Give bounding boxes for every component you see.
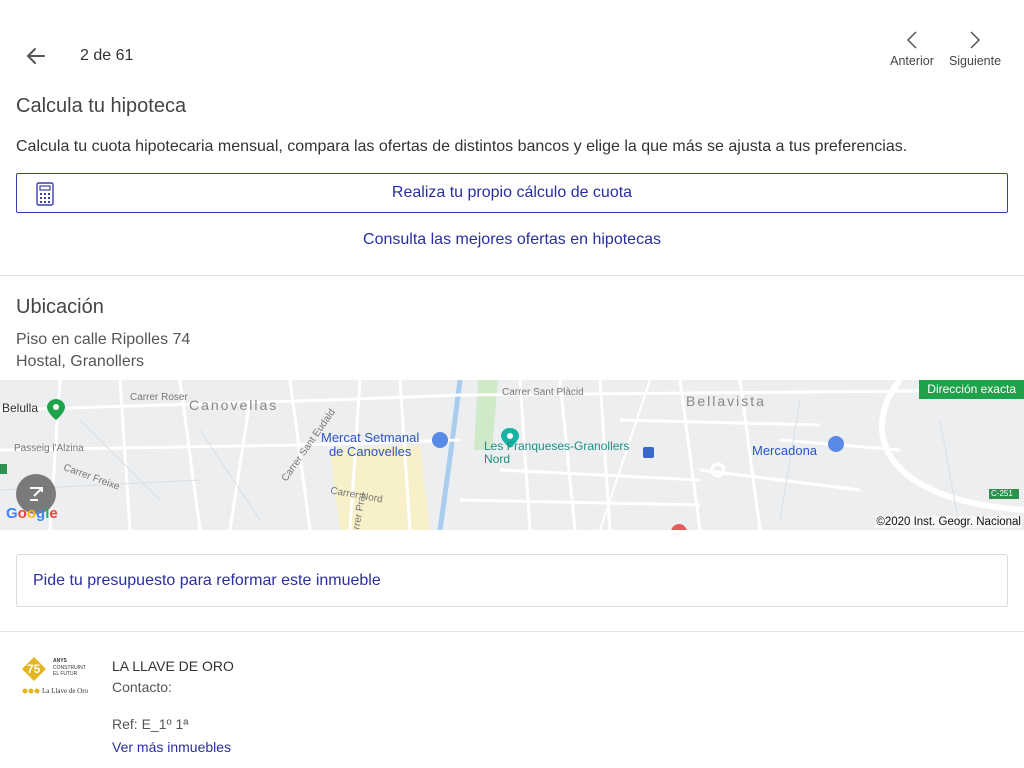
section-divider [0,275,1024,276]
map-copyright: ©2020 Inst. Geogr. Nacional [875,516,1022,528]
more-properties-link[interactable]: Ver más inmuebles [112,739,231,755]
arrow-left-icon [26,48,45,64]
agency-contact-label: Contacto: [112,679,172,695]
map-label-mercat: Mercat Setmanal de Canovelles [321,430,420,459]
svg-text:ANYS: ANYS [53,658,68,664]
renovation-quote-label: Pide tu presupuesto para reformar este i… [33,571,381,589]
mortgage-calculator-button[interactable]: Realiza tu propio cálculo de cuota [16,173,1008,213]
chevron-left-icon [906,31,917,49]
calculator-button-label: Realiza tu propio cálculo de cuota [391,184,633,201]
chevron-right-icon [970,31,981,49]
property-reference: Ref: E_1º 1ª [112,716,189,732]
map-label-sant-placid: Carrer Sant Plàcid [502,387,584,398]
map-label-canovelles: Canovellas [189,397,279,413]
map-label-bellavista: Bellavista [686,393,766,409]
agency-name: LA LLAVE DE ORO [112,658,234,674]
address-line-street: Piso en calle Ripolles 74 [16,331,191,348]
next-button[interactable]: Siguiente [940,30,1010,68]
map-label-carrer-roser: Carrer Roser [130,392,188,403]
mortgage-title: Calcula tu hipoteca [16,95,187,117]
street-view-icon [30,487,43,501]
location-map[interactable]: Belulla Canovellas Bellavista Mercat Set… [0,380,1024,530]
renovation-quote-button[interactable]: Pide tu presupuesto para reformar este i… [16,554,1008,607]
exact-address-badge: Dirección exacta [919,380,1024,399]
top-navigation: 2 de 61 Anterior Siguiente [0,0,1024,92]
next-label: Siguiente [948,54,1002,68]
map-label-franqueses: Les Franqueses-Granollers Nord [484,439,630,466]
result-counter: 2 de 61 [80,47,134,64]
mortgage-description: Calcula tu cuota hipotecaria mensual, co… [16,138,908,155]
agency-logo: 75 ANYS CONSTRUINT EL FUTUR La Llave de … [22,657,89,695]
mortgage-offers-link[interactable]: Consulta las mejores ofertas en hipoteca… [0,231,1024,249]
svg-text:75: 75 [27,662,41,676]
section-divider [0,631,1024,632]
google-logo: Google [6,505,58,522]
previous-label: Anterior [890,54,934,68]
calculator-icon [36,182,54,206]
svg-text:EL FUTUR: EL FUTUR [53,671,78,677]
previous-button[interactable]: Anterior [877,30,947,68]
back-button[interactable] [22,42,50,70]
location-title: Ubicación [16,296,104,318]
map-label-mercadona: Mercadona [752,443,818,458]
svg-text:La Llave de Oro: La Llave de Oro [42,687,89,695]
map-label-belulla: Belulla [2,401,39,415]
map-label-passeig: Passeig l'Alzina [14,443,84,454]
address-line-area: Hostal, Granollers [16,353,145,370]
map-label-c251: C-251 [991,489,1013,498]
